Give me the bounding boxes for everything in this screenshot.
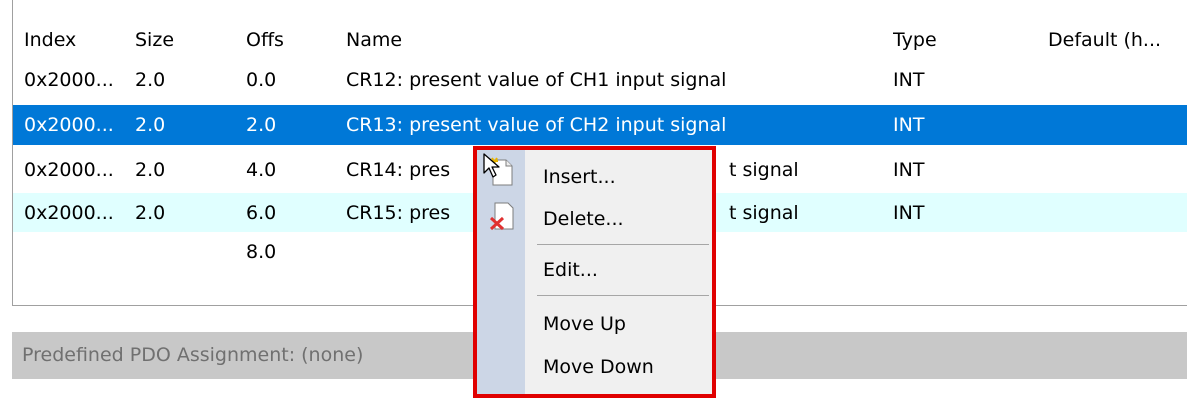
cell-size: 2.0 <box>135 202 166 224</box>
cell-name: CR12: present value of CH1 input signal <box>346 69 727 91</box>
column-header-offs[interactable]: Offs <box>246 20 326 60</box>
column-header-type[interactable]: Type <box>893 20 1033 60</box>
cell-size: 2.0 <box>135 114 166 136</box>
column-header-name[interactable]: Name <box>346 20 886 60</box>
cell-offs: 0.0 <box>246 69 277 91</box>
table-row-selected[interactable]: 0x2000... 2.0 2.0 CR13: present value of… <box>13 105 1187 145</box>
mouse-pointer-icon <box>482 152 504 180</box>
context-menu: Insert... Delete... Edit... Move Up Move… <box>473 146 716 398</box>
cell-size: 2.0 <box>135 159 166 181</box>
column-header-index[interactable]: Index <box>24 20 129 60</box>
cell-offs: 2.0 <box>246 114 277 136</box>
menu-separator <box>537 244 709 245</box>
cell-type: INT <box>893 69 925 91</box>
table-row[interactable]: 0x2000... 2.0 0.0 CR12: present value of… <box>13 60 1187 100</box>
menu-item-move-up[interactable]: Move Up <box>543 305 626 343</box>
cell-type: INT <box>893 159 925 181</box>
cell-index: 0x2000... <box>24 114 114 136</box>
cell-offs: 4.0 <box>246 159 277 181</box>
cell-index: 0x2000... <box>24 202 114 224</box>
cell-offs-total: 8.0 <box>246 241 277 263</box>
cell-name: CR13: present value of CH2 input signal <box>346 114 727 136</box>
column-header-size[interactable]: Size <box>135 20 225 60</box>
menu-item-delete[interactable]: Delete... <box>543 200 624 238</box>
delete-icon <box>489 201 515 236</box>
cell-name-visible-end: t signal <box>729 159 799 181</box>
table-header-row: Index Size Offs Name Type Default (h... <box>13 20 1187 60</box>
cell-type: INT <box>893 114 925 136</box>
cell-size: 2.0 <box>135 69 166 91</box>
column-header-default[interactable]: Default (h... <box>1048 20 1187 60</box>
menu-item-edit[interactable]: Edit... <box>543 251 598 289</box>
menu-item-insert[interactable]: Insert... <box>543 158 616 196</box>
cell-index: 0x2000... <box>24 69 114 91</box>
menu-separator <box>537 295 709 296</box>
cell-index: 0x2000... <box>24 159 114 181</box>
menu-item-move-down[interactable]: Move Down <box>543 348 654 386</box>
cell-type: INT <box>893 202 925 224</box>
cell-name-visible-end: t signal <box>729 202 799 224</box>
cell-offs: 6.0 <box>246 202 277 224</box>
